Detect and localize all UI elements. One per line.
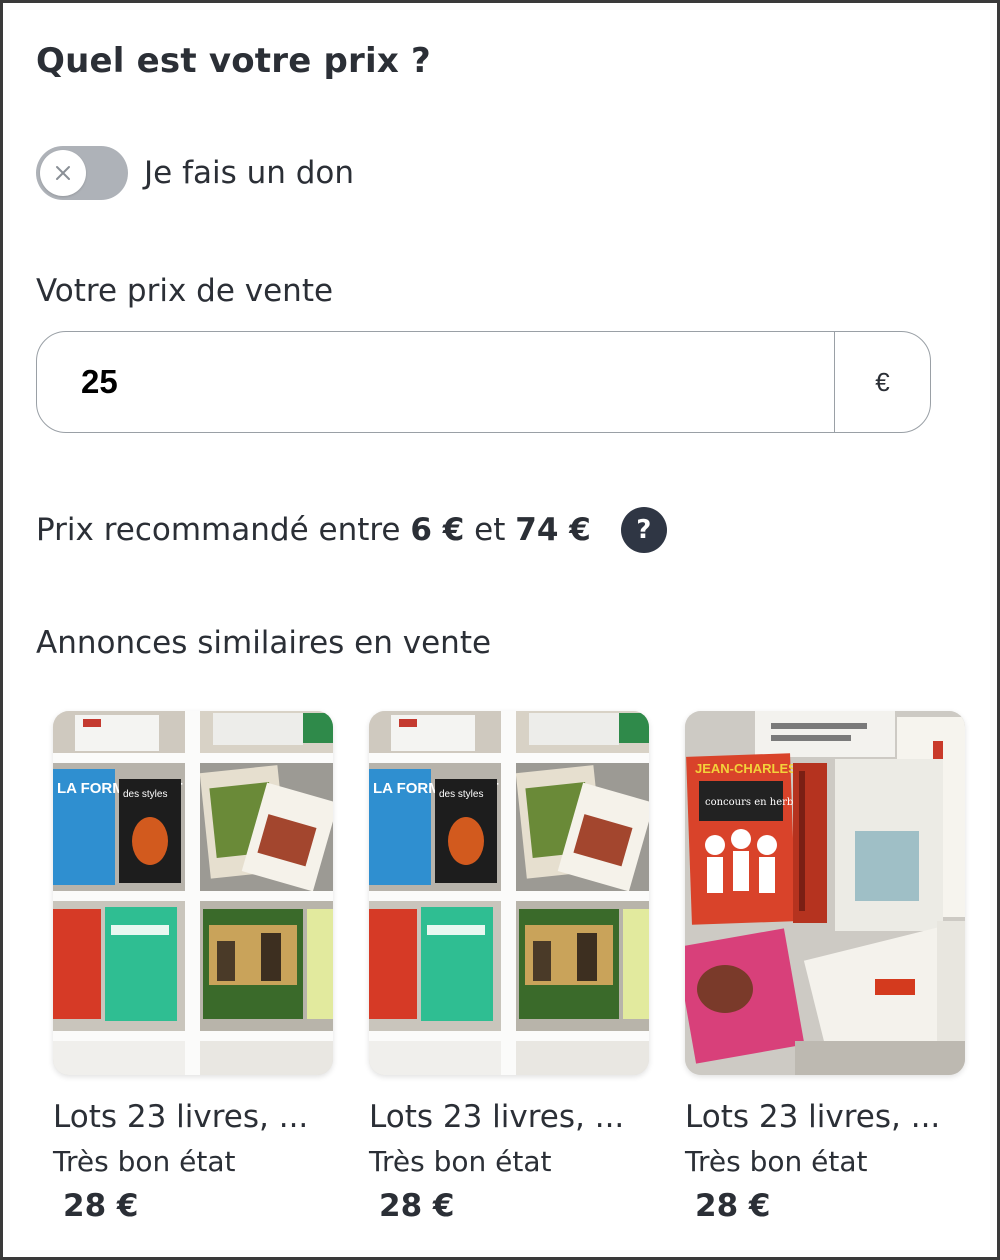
donation-toggle-row[interactable]: Je fais un don — [36, 145, 354, 201]
book-cover-text: des styles — [439, 789, 483, 800]
currency-suffix: € — [834, 332, 930, 432]
book-cover-text: JEAN-CHARLES — [695, 761, 797, 776]
listing-title[interactable]: Lots 23 livres, ... — [685, 1099, 965, 1135]
similar-listings-title: Annonces similaires en vente — [36, 625, 492, 661]
price-input[interactable]: 25 — [37, 332, 834, 432]
listing-price: 28 € — [695, 1188, 771, 1224]
books-collage-image: LA FORME C'EST FACILE des styles — [53, 711, 333, 1075]
book-cover-text: concours en herbe — [705, 797, 799, 808]
similar-listings: LA FORME C'EST FACILE des styles — [53, 711, 965, 1224]
close-icon — [56, 166, 70, 180]
listing-condition: Très bon état — [53, 1145, 236, 1178]
donation-toggle-label[interactable]: Je fais un don — [144, 155, 354, 191]
listing-condition: Très bon état — [369, 1145, 552, 1178]
recommended-prefix: Prix recommandé entre — [36, 512, 401, 548]
books-pile-image: JEAN-CHARLES concours en herbe — [685, 711, 965, 1075]
listing-photo[interactable]: JEAN-CHARLES concours en herbe — [685, 711, 965, 1075]
page-title: Quel est votre prix ? — [36, 41, 431, 81]
price-field-label: Votre prix de vente — [36, 273, 334, 309]
toggle-knob[interactable] — [40, 150, 86, 196]
price-input-group[interactable]: 25 € — [36, 331, 931, 433]
listing-price: 28 € — [63, 1188, 139, 1224]
listing-title[interactable]: Lots 23 livres, ... — [369, 1099, 649, 1135]
price-panel: Quel est votre prix ? Je fais un don Vot… — [0, 0, 1000, 1260]
listing-card[interactable]: JEAN-CHARLES concours en herbe Lots 23 l… — [685, 711, 965, 1224]
recommended-min: 6 € — [410, 512, 465, 548]
listing-card[interactable]: LA FORME C'EST FACILE des styles — [53, 711, 333, 1224]
recommended-price: Prix recommandé entre 6 € et 74 € ? — [36, 507, 667, 553]
recommended-max: 74 € — [515, 512, 591, 548]
question-icon[interactable]: ? — [620, 507, 667, 553]
listing-photo[interactable]: LA FORME C'EST FACILE des styles — [53, 711, 333, 1075]
listing-title[interactable]: Lots 23 livres, ... — [53, 1099, 333, 1135]
listing-condition: Très bon état — [685, 1145, 868, 1178]
listing-price: 28 € — [379, 1188, 455, 1224]
donation-toggle[interactable] — [36, 146, 128, 200]
recommended-connector: et — [474, 512, 506, 548]
book-cover-text: des styles — [123, 789, 167, 800]
books-collage-image: LA FORME C'EST FACILE des styles — [369, 711, 649, 1075]
listing-photo[interactable]: LA FORME C'EST FACILE des styles — [369, 711, 649, 1075]
listing-card[interactable]: LA FORME C'EST FACILE des styles — [369, 711, 649, 1224]
